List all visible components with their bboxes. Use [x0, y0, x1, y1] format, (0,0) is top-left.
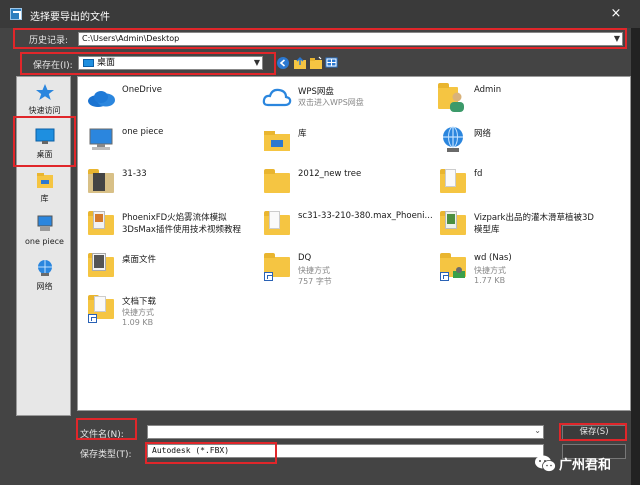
item-name: OneDrive: [122, 85, 162, 95]
item-name: 网络: [474, 129, 492, 139]
watermark: 广州君和: [532, 452, 632, 476]
filetype-label: 保存类型(T):: [80, 450, 132, 460]
list-item[interactable]: DQ 快捷方式 757 字节: [254, 247, 429, 287]
onedrive-icon: [88, 91, 115, 107]
places-item-computer[interactable]: one piece: [17, 211, 72, 253]
highlight-filetype: [145, 442, 277, 464]
shortcut-folder-icon: [262, 251, 292, 281]
item-name: 库: [298, 129, 307, 139]
list-item[interactable]: 桌面文件: [78, 247, 253, 287]
back-icon[interactable]: [276, 56, 290, 70]
places-item-network[interactable]: 网络: [17, 255, 72, 297]
folder-icon: [438, 167, 468, 197]
up-folder-icon[interactable]: [293, 56, 307, 70]
file-list: OneDrive WPS网盘 双击进入WPS网盘 Admin one piece…: [77, 76, 631, 411]
item-name: PhoenixFD火焰雾流体模拟: [122, 213, 227, 223]
library-icon: [264, 131, 290, 151]
wechat-icon: [535, 455, 556, 472]
item-name: wd (Nas): [474, 253, 512, 263]
places-item-label: one piece: [25, 237, 64, 246]
highlight-history-row: [13, 28, 627, 49]
user-folder-icon: [438, 83, 468, 113]
network-icon: [38, 260, 52, 276]
list-item[interactable]: 文档下载 快捷方式 1.09 KB: [78, 289, 253, 329]
list-item[interactable]: wd (Nas) 快捷方式 1.77 KB: [430, 247, 605, 287]
item-meta: 快捷方式: [474, 266, 506, 275]
highlight-save-button: [559, 423, 627, 441]
filename-input[interactable]: ⌄: [147, 425, 544, 439]
shortcut-folder-icon: [438, 251, 468, 281]
places-item-library[interactable]: 库: [17, 167, 72, 209]
item-name: 2012_new tree: [298, 169, 362, 179]
item-meta: 快捷方式: [122, 308, 154, 317]
list-item[interactable]: Vizpark出品的灌木滑草植被3D 模型库: [430, 205, 605, 245]
title-bar: 选择要导出的文件 ×: [0, 0, 640, 28]
item-name: DQ: [298, 253, 312, 263]
list-item[interactable]: 31-33: [78, 163, 253, 203]
folder-icon: [86, 209, 116, 239]
network-icon: [443, 126, 463, 152]
folder-icon: [262, 167, 292, 197]
item-meta: 双击进入WPS网盘: [298, 98, 364, 107]
view-menu-icon[interactable]: [325, 56, 339, 70]
highlight-filename-label: [76, 418, 137, 440]
item-meta: 快捷方式: [298, 266, 330, 275]
list-item[interactable]: 库: [254, 121, 429, 161]
list-item[interactable]: one piece: [78, 121, 253, 161]
folder-icon: [86, 251, 116, 281]
folder-icon: [86, 167, 116, 197]
folder-icon: [438, 209, 468, 239]
list-item[interactable]: 2012_new tree: [254, 163, 429, 203]
item-name: WPS网盘: [298, 87, 334, 97]
highlight-save-in-row: [20, 52, 276, 75]
list-item[interactable]: Admin: [430, 79, 605, 119]
item-size: 1.77 KB: [474, 276, 506, 285]
item-name: 31-33: [122, 169, 147, 179]
wps-cloud-icon: [262, 88, 292, 107]
item-name: Vizpark出品的灌木滑草植被3D: [474, 213, 594, 223]
shortcut-folder-icon: [86, 293, 116, 323]
places-item-label: 库: [40, 194, 49, 203]
item-name-line2: 3DsMax插件使用技术视频教程: [122, 225, 241, 235]
star-icon: [36, 84, 54, 100]
item-size: 757 字节: [298, 277, 332, 286]
item-name: 文档下载: [122, 297, 157, 307]
item-size: 1.09 KB: [122, 318, 154, 327]
list-item[interactable]: OneDrive: [78, 79, 253, 119]
watermark-text: 广州君和: [559, 458, 612, 473]
item-name: one piece: [122, 127, 164, 137]
background-app-strip: [631, 28, 640, 485]
item-name: 桌面文件: [122, 255, 157, 265]
item-name: Admin: [474, 85, 502, 95]
computer-icon: [89, 128, 113, 150]
computer-icon: [37, 215, 53, 231]
new-folder-icon[interactable]: [309, 56, 323, 70]
places-item-label: 快速访问: [28, 106, 61, 115]
dialog-title: 选择要导出的文件: [30, 12, 110, 23]
item-name: fd: [474, 169, 483, 179]
places-item-label: 网络: [36, 282, 53, 291]
export-file-dialog: 选择要导出的文件 × 历史记录: C:\Users\Admin\Desktop …: [0, 0, 640, 485]
3dsmax-app-icon: [10, 8, 22, 20]
chevron-down-icon[interactable]: ⌄: [534, 426, 541, 435]
list-item[interactable]: sc31-33-210-380.max_Phoeni...: [254, 205, 433, 245]
item-name-line2: 模型库: [474, 225, 500, 235]
list-item[interactable]: PhoenixFD火焰雾流体模拟 3DsMax插件使用技术视频教程: [78, 205, 253, 245]
folder-icon: [262, 209, 292, 239]
library-icon: [37, 173, 53, 188]
places-item-quick-access[interactable]: 快速访问: [17, 79, 72, 121]
highlight-desktop-place: [13, 116, 76, 167]
item-name: sc31-33-210-380.max_Phoeni...: [298, 211, 433, 221]
list-item[interactable]: WPS网盘 双击进入WPS网盘: [254, 79, 429, 119]
close-button[interactable]: ×: [608, 6, 624, 22]
list-item[interactable]: fd: [430, 163, 605, 203]
list-item[interactable]: 网络: [430, 121, 605, 161]
